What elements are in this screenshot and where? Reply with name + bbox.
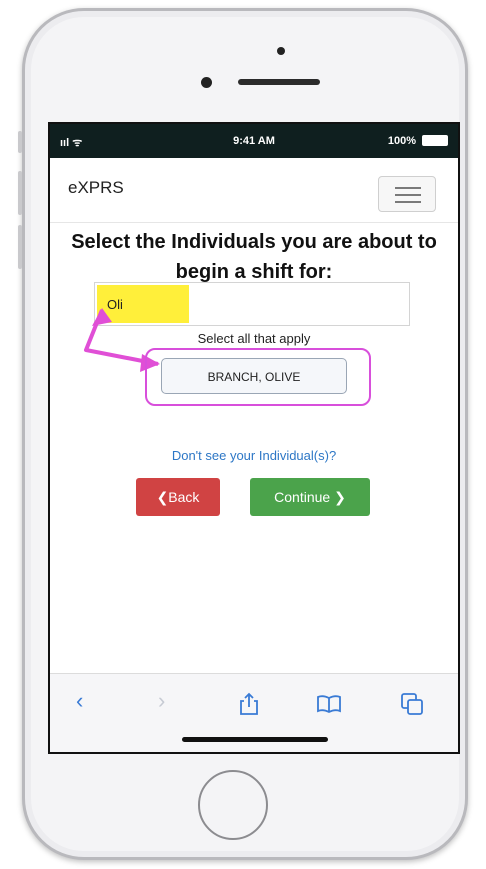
hamburger-line-icon — [395, 194, 421, 196]
tabs-icon[interactable] — [400, 692, 424, 716]
home-indicator — [182, 737, 328, 742]
mute-switch — [18, 131, 22, 153]
earpiece-speaker — [238, 79, 320, 85]
phone-screen: ııl ᯤ 9:41 AM 100% eXPRS Select the Indi… — [48, 122, 460, 754]
continue-button[interactable]: Continue ❯ — [250, 478, 370, 516]
back-icon[interactable]: ‹ — [76, 688, 83, 714]
bookmarks-icon[interactable] — [316, 694, 342, 714]
menu-toggle-button[interactable] — [378, 176, 436, 212]
battery-icon — [422, 135, 448, 146]
sensor — [277, 47, 285, 55]
missing-individual-link[interactable]: Don't see your Individual(s)? — [50, 448, 458, 463]
page-title: Select the Individuals you are about to … — [71, 231, 437, 283]
safari-toolbar: ‹ › — [50, 673, 458, 752]
individual-option-button[interactable]: BRANCH, OLIVE — [161, 358, 347, 394]
hamburger-line-icon — [395, 187, 421, 189]
battery-percent: 100% — [387, 135, 416, 147]
hamburger-line-icon — [395, 201, 421, 203]
front-camera — [201, 77, 212, 88]
navbar: eXPRS — [50, 158, 458, 223]
status-bar: ııl ᯤ 9:41 AM 100% — [50, 124, 458, 158]
volume-up-button — [18, 171, 22, 215]
brand-logo[interactable]: eXPRS — [68, 178, 124, 198]
back-button[interactable]: ❮Back — [136, 478, 220, 516]
volume-down-button — [18, 225, 22, 269]
forward-icon: › — [158, 688, 166, 713]
result-highlight-box: BRANCH, OLIVE — [145, 348, 371, 406]
share-icon[interactable] — [238, 692, 260, 716]
home-button[interactable] — [198, 770, 268, 840]
web-content: eXPRS Select the Individuals you are abo… — [50, 158, 458, 674]
